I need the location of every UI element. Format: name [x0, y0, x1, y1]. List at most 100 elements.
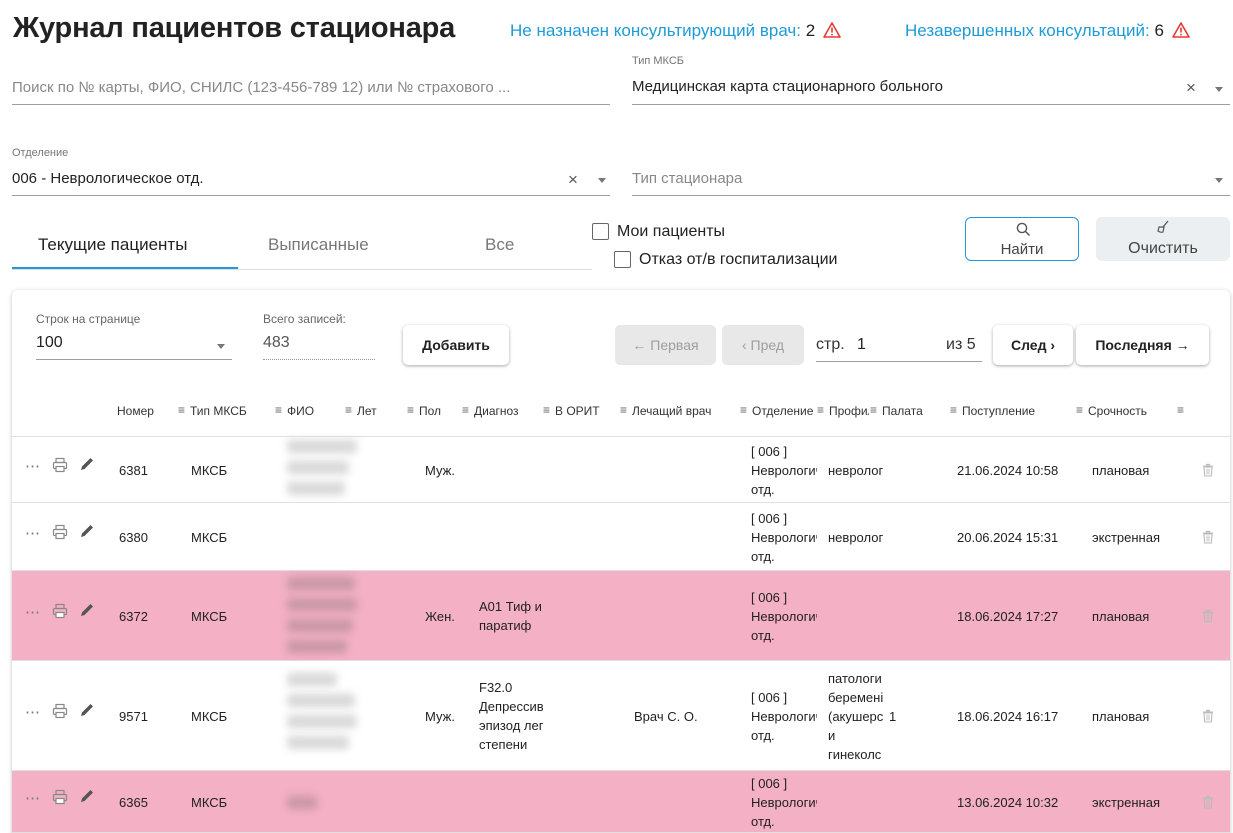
filter-icon[interactable]: ≡	[543, 403, 550, 417]
filter-icon[interactable]: ≡	[620, 403, 627, 417]
row-admission: 21.06.2024 10:58	[957, 463, 1059, 478]
edit-icon[interactable]	[79, 456, 95, 472]
column-header[interactable]: Лечащий врач	[632, 404, 711, 418]
row-admission: 20.06.2024 15:31	[957, 530, 1059, 545]
page-input[interactable]: 1	[857, 336, 866, 354]
tab-all[interactable]: Все	[485, 235, 514, 255]
my-patients-label: Мои пациенты	[617, 223, 726, 240]
column-header[interactable]: Тип МКСБ	[190, 404, 247, 418]
row-department: Неврологич	[751, 609, 817, 624]
filter-icon[interactable]: ≡	[740, 403, 747, 417]
print-icon[interactable]	[52, 603, 68, 619]
more-actions-icon[interactable]: ⋯	[25, 603, 40, 622]
edit-icon[interactable]	[79, 702, 95, 718]
find-button-label: Найти	[1000, 241, 1044, 258]
row-urgency: плановая	[1092, 463, 1150, 478]
column-header[interactable]: Номер	[117, 404, 154, 418]
mksb-type-label: Тип МКСБ	[632, 55, 685, 67]
chevron-down-icon[interactable]	[1215, 87, 1223, 92]
edit-icon[interactable]	[79, 788, 95, 804]
print-icon[interactable]	[52, 703, 68, 719]
clear-button[interactable]: Очистить	[1096, 217, 1230, 261]
unassigned-consultant-warning[interactable]: Не назначен консультирующий врач: 2	[510, 21, 841, 41]
more-actions-icon[interactable]: ⋯	[25, 703, 40, 722]
filter-icon[interactable]: ≡	[178, 403, 185, 417]
prev-page-button[interactable]: ‹ Пред	[722, 325, 804, 365]
department-clear-icon[interactable]: ×	[568, 170, 578, 190]
row-urgency: экстренная	[1092, 530, 1161, 545]
edit-icon[interactable]	[79, 523, 95, 539]
filter-icon[interactable]: ≡	[1177, 403, 1184, 417]
row-mksb-type: МКСБ	[191, 795, 228, 810]
filter-icon[interactable]: ≡	[1076, 403, 1083, 417]
column-header-label: Диагноз	[474, 404, 519, 418]
table-row[interactable]: ⋯ 6380 МКСБ [ 006 ] Неврологич отд. невролог 20…	[12, 503, 1230, 571]
delete-icon[interactable]	[1202, 709, 1214, 723]
column-header[interactable]: Профиль	[829, 404, 869, 418]
table-row[interactable]: ⋯ 6381 МКСБ Муж. [ 006 ] Неврологич отд. неврол…	[12, 437, 1230, 503]
rows-per-page-label: Строк на странице	[36, 312, 141, 326]
edit-icon[interactable]	[79, 602, 95, 618]
refusal-checkbox[interactable]	[614, 251, 631, 268]
rows-per-page-select[interactable]: 100	[36, 334, 63, 352]
column-header[interactable]: Срочность	[1088, 404, 1147, 418]
filter-icon[interactable]: ≡	[870, 403, 877, 417]
row-department: отд.	[751, 728, 775, 743]
table-row[interactable]: ⋯ 6365 МКСБ [ 006 ] Неврологич отд. 13.06.2024…	[12, 771, 1230, 833]
column-header[interactable]: В ОРИТ	[555, 404, 600, 418]
tab-discharged[interactable]: Выписанные	[268, 235, 369, 255]
column-header[interactable]: Лет	[357, 404, 377, 418]
column-header[interactable]: ФИО	[287, 404, 314, 418]
column-header[interactable]: Диагноз	[474, 404, 519, 418]
tab-current-patients[interactable]: Текущие пациенты	[38, 235, 187, 255]
delete-icon[interactable]	[1202, 795, 1214, 809]
delete-icon[interactable]	[1202, 463, 1214, 477]
row-department: [ 006 ]	[751, 776, 788, 791]
table-row[interactable]: ⋯ 9571 МКСБ Муж. F32.0 Депрессивн эпизод легк с…	[12, 661, 1230, 771]
row-urgency: плановая	[1092, 609, 1150, 624]
delete-icon[interactable]	[1202, 609, 1214, 623]
filter-icon[interactable]: ≡	[407, 403, 414, 417]
search-input[interactable]: Поиск по № карты, ФИО, СНИЛС (123-456-78…	[12, 79, 610, 96]
incomplete-consultations-warning[interactable]: Незавершенных консультаций: 6	[905, 21, 1190, 41]
filter-icon[interactable]: ≡	[345, 403, 352, 417]
hospital-type-select[interactable]: Тип стационара	[632, 170, 1152, 187]
warning-icon	[823, 22, 841, 38]
delete-icon[interactable]	[1202, 530, 1214, 544]
patient-name-redacted	[287, 618, 353, 632]
my-patients-checkbox[interactable]	[592, 223, 609, 240]
department-select[interactable]: 006 - Неврологическое отд.	[12, 170, 532, 187]
more-actions-icon[interactable]: ⋯	[25, 524, 40, 543]
filter-icon[interactable]: ≡	[462, 403, 469, 417]
filter-icon[interactable]: ≡	[275, 403, 282, 417]
next-page-button[interactable]: След ›	[993, 325, 1073, 365]
column-header-label: Номер	[117, 404, 154, 418]
row-sex: Муж.	[425, 463, 455, 478]
row-department: Неврологич	[751, 463, 817, 478]
column-header[interactable]: Палата	[882, 404, 923, 418]
column-header[interactable]: Поступление	[962, 404, 1035, 418]
last-page-button[interactable]: Последняя →	[1076, 325, 1209, 365]
chevron-down-icon[interactable]	[598, 178, 606, 183]
more-actions-icon[interactable]: ⋯	[25, 789, 40, 808]
find-button[interactable]: Найти	[965, 217, 1079, 261]
column-header[interactable]: Пол	[419, 404, 441, 418]
warning-count: 2	[805, 21, 816, 40]
print-icon[interactable]	[52, 457, 68, 473]
chevron-down-icon[interactable]	[1215, 178, 1223, 183]
add-button[interactable]: Добавить	[403, 325, 509, 365]
column-header-label: Лечащий врач	[632, 404, 712, 418]
filter-icon[interactable]: ≡	[817, 403, 824, 417]
print-icon[interactable]	[52, 524, 68, 540]
more-actions-icon[interactable]: ⋯	[25, 457, 40, 476]
mksb-type-select[interactable]: Медицинская карта стационарного больного	[632, 78, 1152, 95]
first-page-button[interactable]: ← Первая	[615, 325, 716, 365]
filter-icon[interactable]: ≡	[950, 403, 957, 417]
table-row[interactable]: ⋯ 6372 МКСБ Жен. А01 Тиф и паратиф [ 006 ] Невр…	[12, 571, 1230, 661]
row-profile: патологи	[828, 671, 882, 686]
mksb-clear-icon[interactable]: ×	[1186, 78, 1196, 98]
column-header[interactable]: Отделение	[752, 404, 825, 418]
warning-label: Незавершенных консультаций:	[905, 21, 1150, 40]
chevron-down-icon[interactable]	[217, 344, 225, 349]
print-icon[interactable]	[52, 789, 68, 805]
